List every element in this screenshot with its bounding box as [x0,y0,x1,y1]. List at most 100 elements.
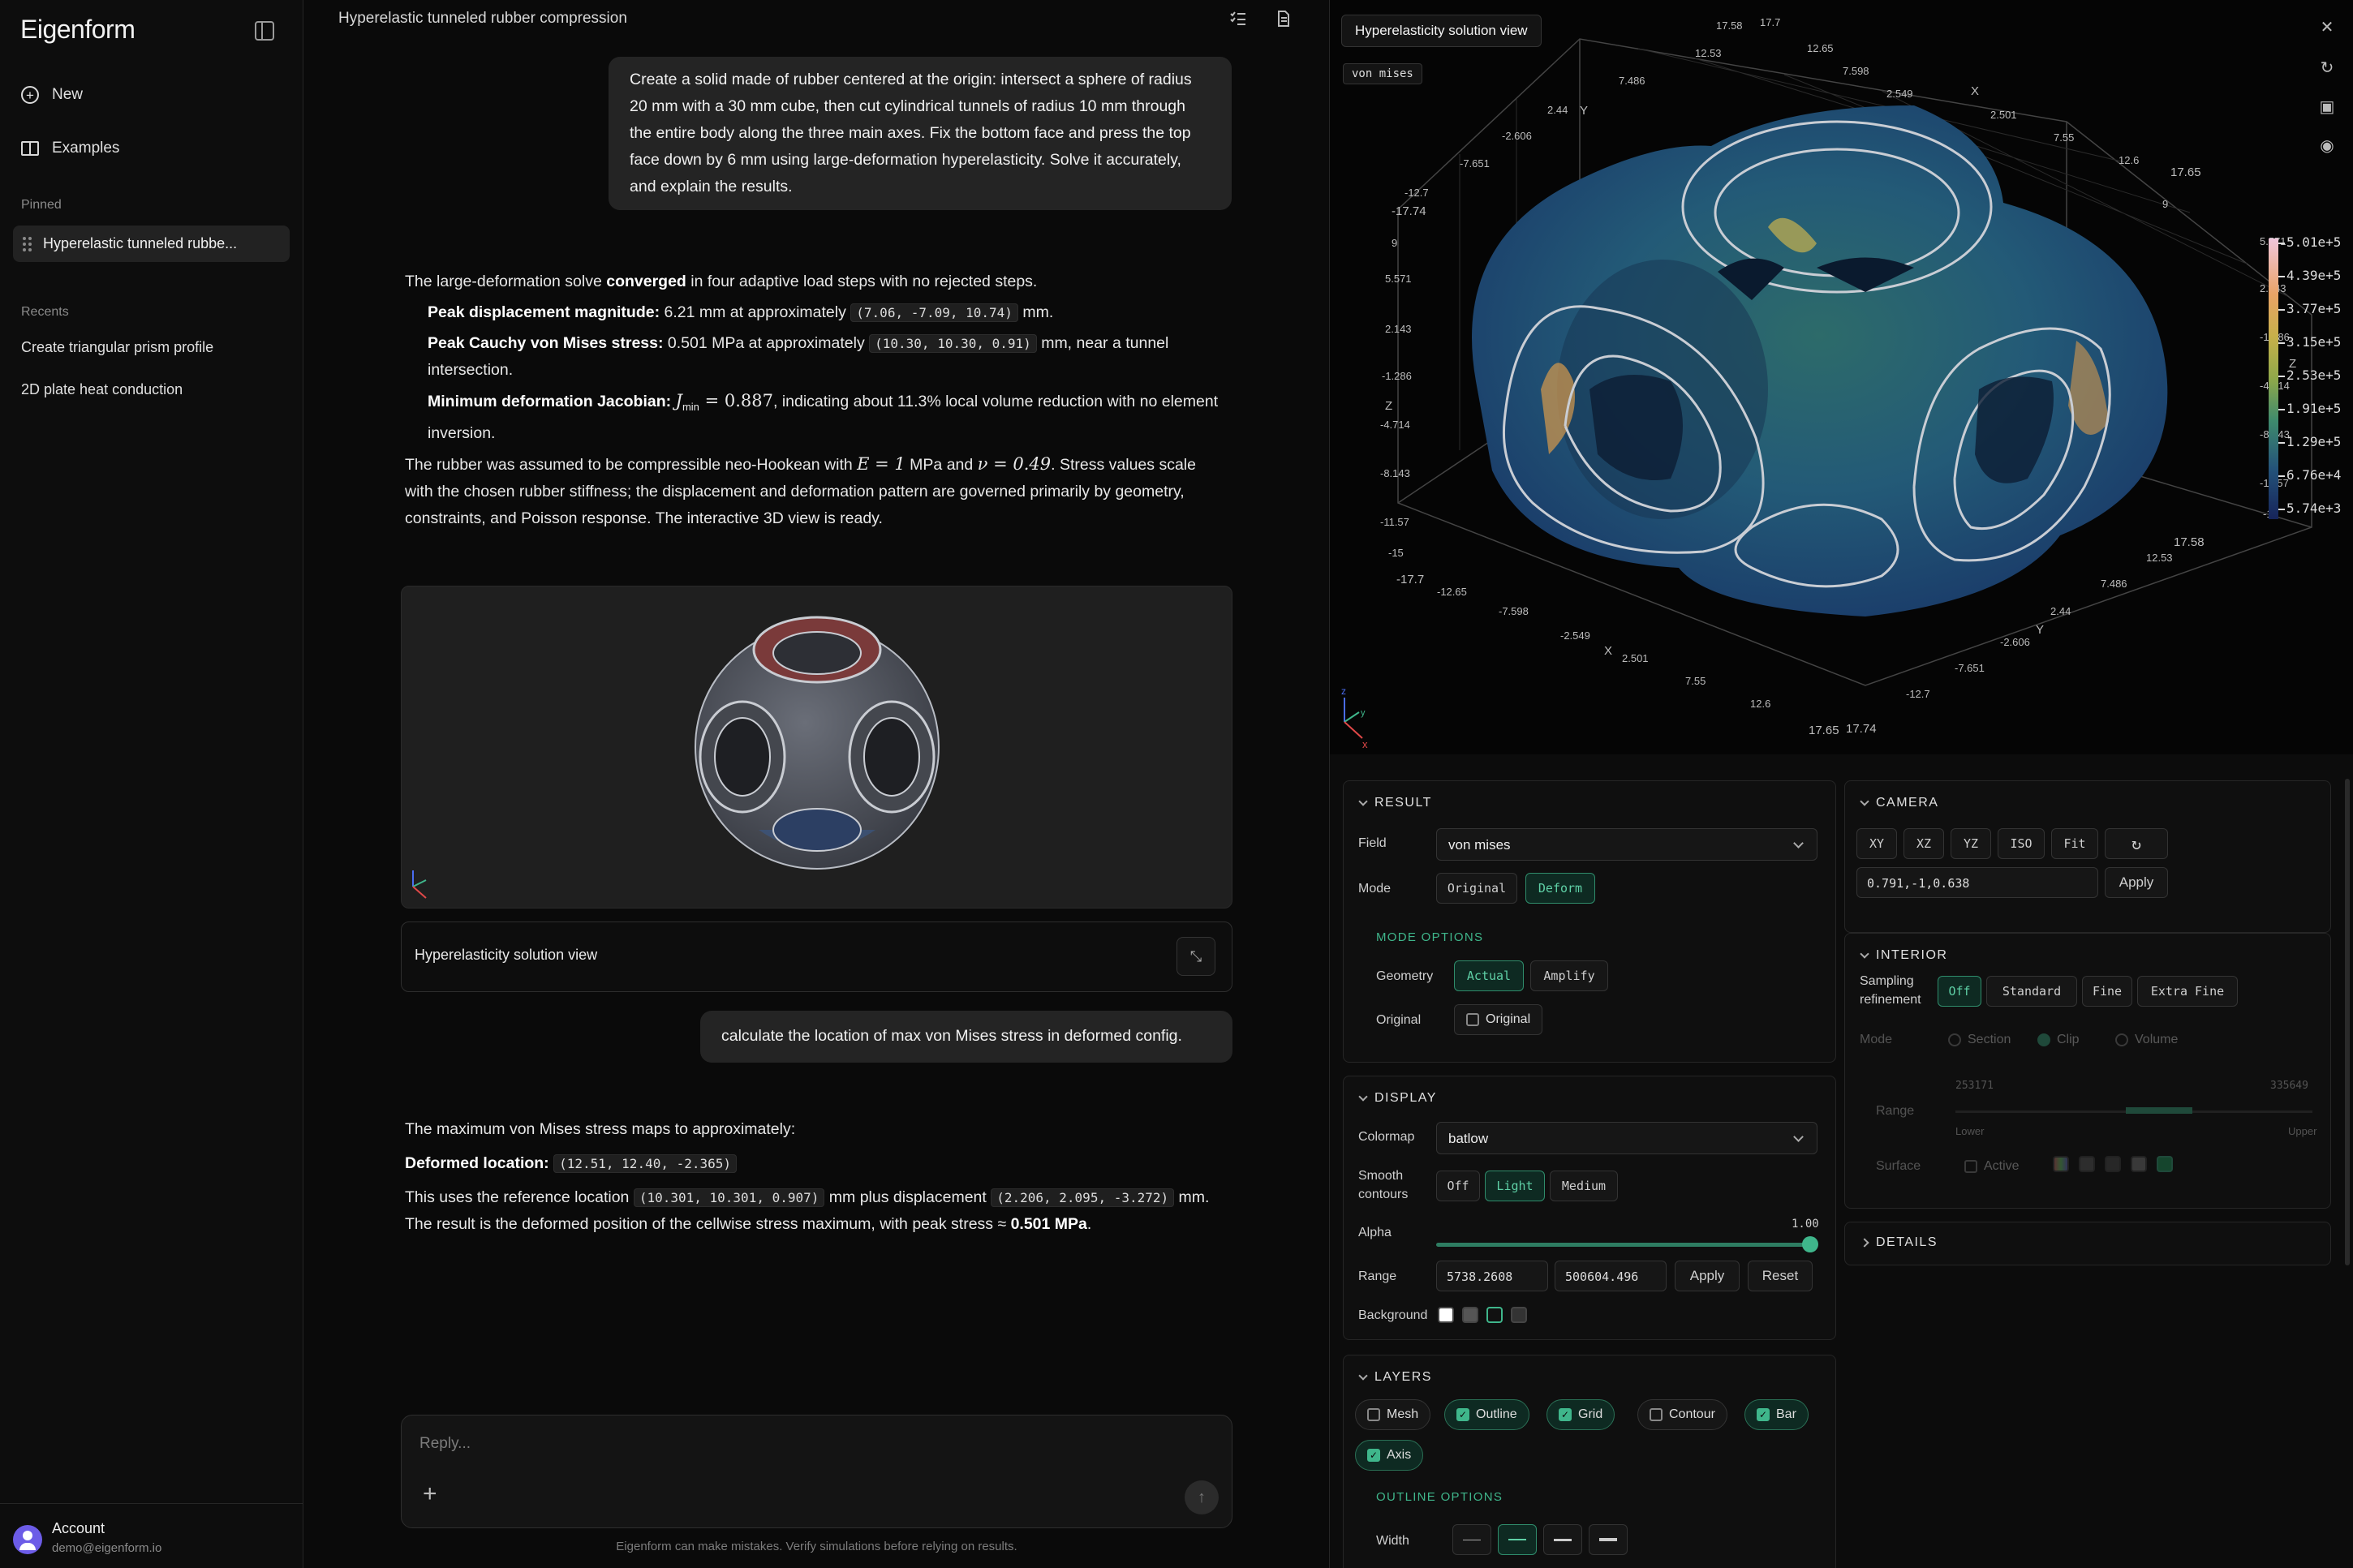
surface-color-swatch[interactable] [2079,1156,2095,1172]
collapse-icon[interactable]: ⤡ [1176,937,1215,976]
surface-color-swatch[interactable] [2105,1156,2121,1172]
range-min-input[interactable]: 5738.2608 [1436,1261,1548,1291]
layer-axis-toggle[interactable]: ✓ Axis [1355,1440,1424,1471]
sampling-extra-fine-button[interactable]: Extra Fine [2137,976,2238,1007]
view-xy-button[interactable]: XY [1856,828,1897,859]
smooth-off-button[interactable]: Off [1436,1171,1480,1201]
viewer-thumbnail[interactable] [401,586,1232,909]
recent-item[interactable]: 2D plate heat conduction [21,381,183,398]
mode-original-button[interactable]: Original [1436,873,1517,904]
examples-label: Examples [52,140,120,157]
surface-color-swatch[interactable] [2157,1156,2173,1172]
details-header[interactable]: DETAILS [1860,1235,1938,1250]
alpha-label: Alpha [1358,1226,1392,1239]
colorbar-tick: 4.39e+5 [2278,268,2341,283]
sampling-label-2: refinement [1860,993,1921,1007]
examples-button[interactable]: Examples [21,140,119,157]
mode-section-radio[interactable]: Section [1936,1025,2023,1055]
axis-tick: 7.486 [1619,75,1645,87]
axis-tick: 17.58 [2174,535,2205,549]
range-apply-button[interactable]: Apply [1675,1261,1740,1291]
layers-header[interactable]: LAYERS [1358,1370,1432,1385]
view-iso-button[interactable]: ISO [1998,828,2045,859]
bg-black-swatch[interactable] [1511,1307,1527,1323]
width-thin-button[interactable] [1452,1524,1491,1555]
mode-label: Mode [1358,882,1392,896]
axis-tick: -12.65 [1437,586,1467,598]
interior-header[interactable]: INTERIOR [1860,948,1947,963]
details-card[interactable]: DETAILS [1844,1222,2331,1265]
chevron-down-icon [1358,1092,1368,1102]
recent-item[interactable]: Create triangular prism profile [21,339,213,356]
reply-input[interactable]: Reply... [419,1435,471,1453]
surface-active-checkbox[interactable]: Active [1952,1151,2032,1182]
sampling-fine-button[interactable]: Fine [2082,976,2132,1007]
camera-icon[interactable]: ◉ [2315,133,2339,157]
sampling-off-button[interactable]: Off [1938,976,1981,1007]
mode-clip-radio[interactable]: Clip [2025,1025,2092,1055]
colormap-label: Colormap [1358,1130,1415,1144]
new-chat-button[interactable]: + New [21,86,83,104]
3d-plot-canvas[interactable]: z y x [1330,0,2353,754]
sampling-standard-button[interactable]: Standard [1986,976,2077,1007]
reply-composer[interactable]: Reply... + ↑ [401,1415,1232,1528]
alpha-slider-handle[interactable] [1802,1236,1818,1252]
pinned-item[interactable]: Hyperelastic tunneled rubbe... [13,226,290,262]
width-normal-button[interactable] [1498,1524,1537,1555]
pinned-item-label: Hyperelastic tunneled rubbe... [43,235,238,251]
surface-color-swatch[interactable] [2053,1156,2069,1172]
axis-tick: 17.65 [2170,165,2201,179]
layer-bar-toggle[interactable]: ✓ Bar [1744,1399,1809,1430]
sidebar-toggle-icon[interactable] [255,21,274,41]
range-max-input[interactable]: 500604.496 [1555,1261,1667,1291]
axis-tick: 12.65 [1807,42,1834,54]
model-thumbnail-image [412,616,940,899]
close-icon[interactable]: ✕ [2315,15,2339,39]
send-arrow-icon[interactable]: ↑ [1185,1480,1219,1514]
view-yz-button[interactable]: YZ [1951,828,1991,859]
bg-white-swatch[interactable] [1438,1307,1454,1323]
3d-viewer[interactable]: z y x 17.58 17.7 12.53 12.65 7.486 7.598… [1330,0,2353,754]
colormap-select[interactable]: batlow [1436,1122,1817,1154]
width-bold-button[interactable] [1589,1524,1628,1555]
checklist-icon[interactable] [1229,10,1247,28]
layer-mesh-toggle[interactable]: Mesh [1355,1399,1431,1430]
bg-gray-swatch[interactable] [1462,1307,1478,1323]
field-select[interactable]: von mises [1436,828,1817,861]
geometry-amplify-button[interactable]: Amplify [1530,960,1608,991]
camera-apply-button[interactable]: Apply [2105,867,2168,898]
original-checkbox[interactable]: Original [1454,1004,1543,1035]
viewer-card-bar: Hyperelasticity solution view ⤡ [401,921,1232,992]
bg-dark-swatch[interactable] [1486,1307,1503,1323]
mode-volume-radio[interactable]: Volume [2103,1025,2190,1055]
triad-x: x [1362,738,1368,750]
camera-vector-input[interactable]: 0.791,-1,0.638 [1856,867,2098,898]
surface-color-swatch[interactable] [2131,1156,2147,1172]
view-fit-button[interactable]: Fit [2051,828,2098,859]
alpha-slider[interactable] [1436,1243,1809,1247]
layer-outline-toggle[interactable]: ✓ Outline [1444,1399,1529,1430]
layer-contour-toggle[interactable]: Contour [1637,1399,1727,1430]
smooth-light-button[interactable]: Light [1485,1171,1545,1201]
axis-tick: -7.598 [1499,605,1529,617]
result-header[interactable]: RESULT [1358,796,1432,810]
geometry-actual-button[interactable]: Actual [1454,960,1524,991]
display-header[interactable]: DISPLAY [1358,1091,1437,1106]
view-xz-button[interactable]: XZ [1903,828,1944,859]
attach-plus-icon[interactable]: + [423,1482,437,1506]
camera-header[interactable]: CAMERA [1860,796,1938,810]
field-label: Field [1358,836,1387,850]
reset-camera-icon[interactable]: ↻ [2105,828,2168,859]
scrollbar[interactable] [2345,779,2350,1265]
mode-deform-button[interactable]: Deform [1525,873,1595,904]
reset-view-icon[interactable]: ↻ [2315,55,2339,79]
document-icon[interactable] [1275,10,1293,28]
smooth-medium-button[interactable]: Medium [1550,1171,1618,1201]
width-thick-button[interactable] [1543,1524,1582,1555]
axis-tick: 5.571 [1385,273,1412,285]
drag-handle-icon[interactable] [23,236,32,251]
account-menu[interactable]: Account demo@eigenform.io [0,1503,303,1568]
range-reset-button[interactable]: Reset [1748,1261,1813,1291]
layer-grid-toggle[interactable]: ✓ Grid [1546,1399,1615,1430]
save-icon[interactable]: ▣ [2315,94,2339,118]
